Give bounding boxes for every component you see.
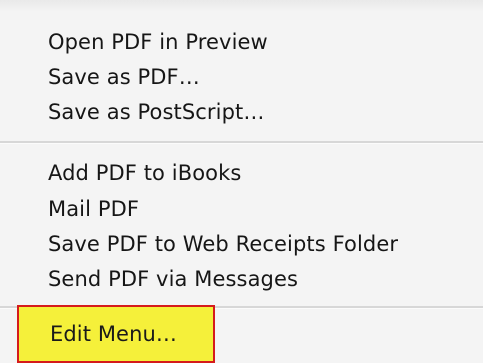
pdf-menu: Open PDF in Preview Save as PDF… Save as…: [0, 0, 483, 363]
menu-item-open-pdf-in-preview[interactable]: Open PDF in Preview: [48, 24, 268, 60]
menu-item-edit-menu[interactable]: Edit Menu…: [50, 316, 177, 352]
menu-item-add-pdf-to-ibooks[interactable]: Add PDF to iBooks: [48, 155, 241, 191]
menu-item-save-pdf-to-web-receipts-folder[interactable]: Save PDF to Web Receipts Folder: [48, 226, 398, 262]
menu-item-save-as-pdf[interactable]: Save as PDF…: [48, 59, 200, 95]
menu-item-save-as-postscript[interactable]: Save as PostScript…: [48, 94, 264, 130]
menu-item-send-pdf-via-messages[interactable]: Send PDF via Messages: [48, 261, 298, 297]
menu-separator: [0, 141, 483, 144]
menu-item-mail-pdf[interactable]: Mail PDF: [48, 191, 139, 227]
menu-top-edge: [0, 0, 483, 12]
